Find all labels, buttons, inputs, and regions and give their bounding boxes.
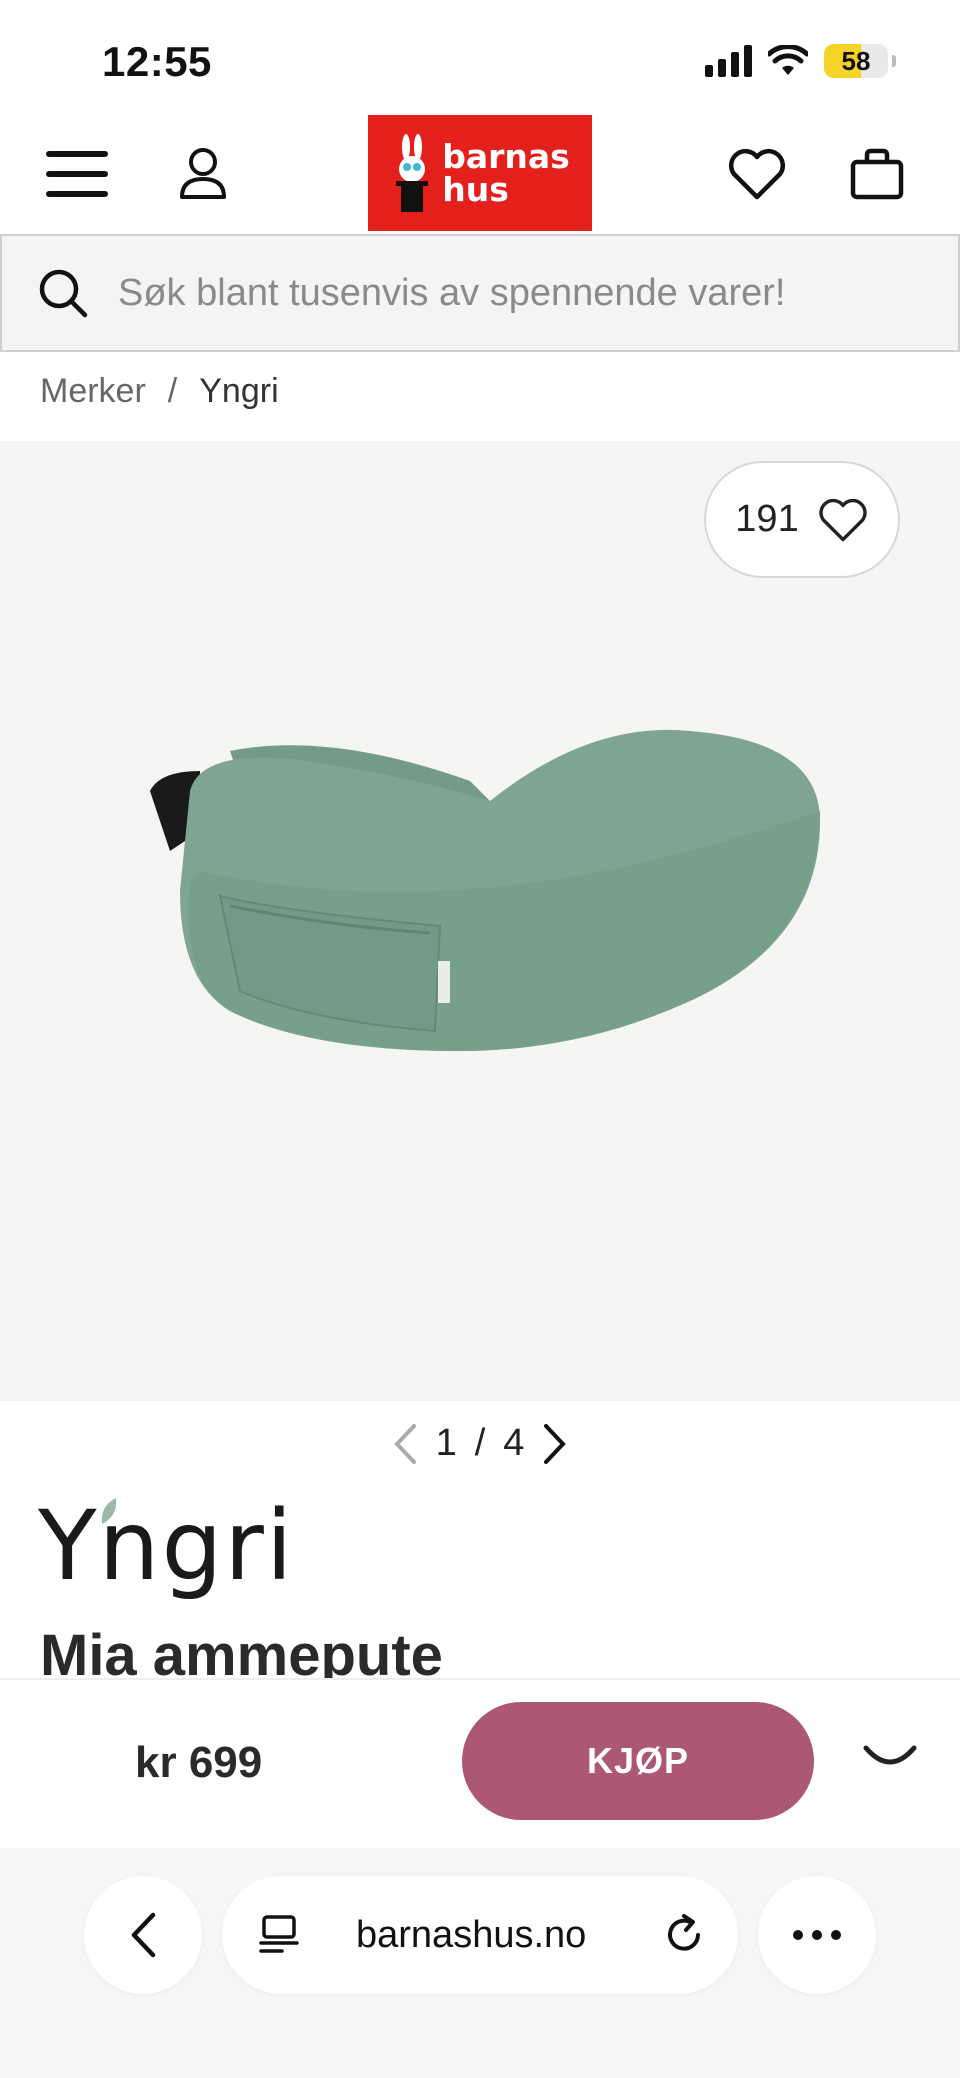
breadcrumb-separator: / [167,372,178,410]
status-time: 12:55 [102,38,212,85]
breadcrumb: Merker / Yngri [40,372,279,411]
cart-button[interactable] [842,139,912,209]
product-image-gallery[interactable]: 191 [0,441,960,1401]
menu-button[interactable] [42,139,112,209]
more-options-button[interactable] [758,1876,876,1994]
buy-button[interactable]: KJØP [462,1702,814,1820]
battery-icon: 58 [824,44,888,78]
favorite-button[interactable]: 191 [704,461,900,578]
status-bar: 12:55 58 [0,0,960,115]
back-button[interactable] [84,1876,202,1994]
buy-bar: kr 699 KJØP [0,1678,960,1848]
image-index: 1 [435,1422,457,1464]
heart-icon [728,149,786,200]
wifi-icon [768,45,808,75]
search-input[interactable] [118,271,918,315]
rabbit-in-hat-icon [396,134,429,212]
account-button[interactable] [168,139,238,209]
chevron-right-icon[interactable] [542,1423,568,1465]
heart-icon [819,498,867,541]
image-total: 4 [503,1422,525,1464]
wishlist-button[interactable] [722,139,792,209]
brand-logo[interactable]: Yngri [38,1498,295,1594]
breadcrumb-current: Yngri [199,372,279,410]
reload-icon[interactable] [662,1913,706,1957]
cellular-signal-icon [705,45,752,77]
url-text: barnashus.no [356,1913,587,1956]
leaf-icon [101,1498,117,1524]
shopping-bag-icon [850,148,904,200]
price: kr 699 [135,1738,263,1787]
more-icon [793,1930,841,1940]
search-bar[interactable] [0,234,960,352]
nursing-pillow-image [150,729,820,1051]
user-icon [180,148,226,199]
logo-line1: barnas [442,137,570,176]
site-header: barnas hus [0,115,960,232]
image-pager: 1 / 4 [0,1422,960,1465]
favorite-count: 191 [735,498,799,540]
reader-mode-icon[interactable] [258,1914,300,1956]
chevron-left-icon [131,1912,156,1958]
product-title: Mia ammepute [40,1623,443,1680]
brand-name: Yngri [38,1490,295,1602]
browser-toolbar: barnashus.no [0,1848,960,2078]
loading-spinner-icon [863,1745,917,1765]
site-logo[interactable]: barnas hus [368,115,592,231]
battery-level: 58 [841,45,871,76]
hamburger-icon [46,151,108,197]
search-icon [39,269,88,318]
chevron-left-icon[interactable] [392,1423,418,1465]
address-bar[interactable]: barnashus.no [222,1876,738,1994]
status-icons: 58 [705,44,896,78]
logo-line2: hus [442,170,509,209]
image-pager-separator: / [474,1422,486,1464]
breadcrumb-link-merker[interactable]: Merker [40,372,146,411]
